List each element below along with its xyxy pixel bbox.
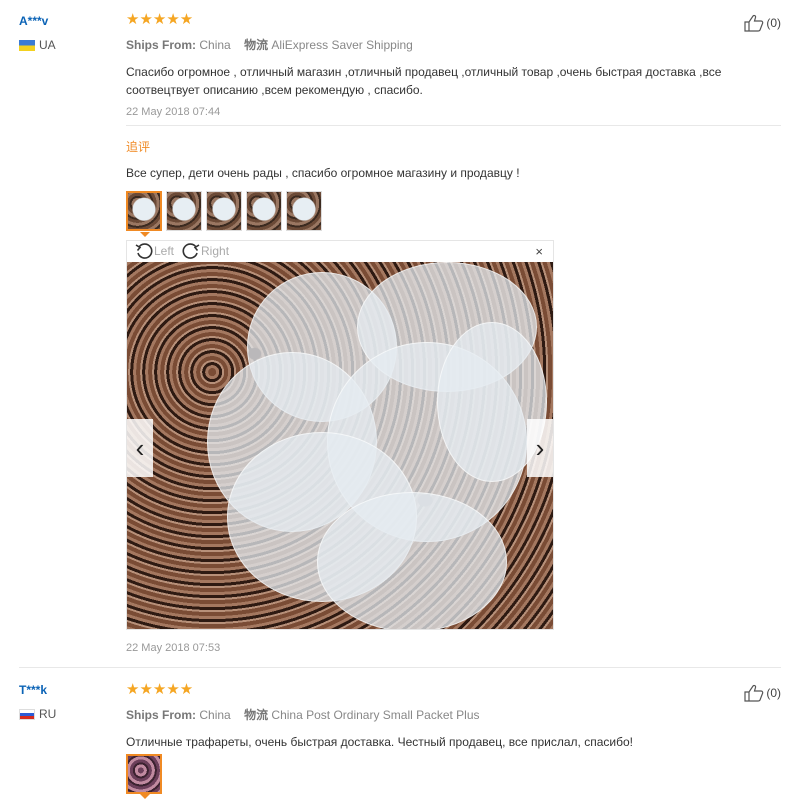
ships-from-value: China	[199, 708, 231, 722]
rotate-left-button[interactable]: Left	[135, 242, 174, 260]
logistics-label: 物流	[244, 708, 269, 722]
close-icon[interactable]: ×	[535, 244, 543, 259]
followup-label: 追评	[126, 140, 151, 154]
reviewer-name[interactable]: A***v	[19, 14, 56, 28]
review-text: Спасибо огромное , отличный магазин ,отл…	[126, 65, 722, 97]
logistics-value: AliExpress Saver Shipping	[271, 38, 413, 52]
ships-from-label: Ships From:	[126, 708, 197, 722]
divider	[126, 125, 781, 126]
ships-from-value: China	[199, 38, 231, 52]
photo-thumbnail[interactable]	[246, 191, 282, 231]
helpful-button[interactable]: (0)	[744, 684, 781, 702]
helpful-count: (0)	[766, 686, 781, 700]
rotate-left-icon	[135, 243, 153, 259]
review-photo: ‹ ›	[127, 262, 553, 629]
reviewer-name[interactable]: T***k	[19, 683, 56, 697]
logistics-label: 物流	[244, 38, 269, 52]
photo-thumbnail[interactable]	[286, 191, 322, 231]
country-code: RU	[39, 707, 57, 721]
photo-thumbnail[interactable]	[126, 191, 162, 231]
logistics-value: China Post Ordinary Small Packet Plus	[271, 708, 480, 722]
thumbs-up-icon	[744, 684, 764, 702]
review-content: ★★★★★ Ships From: China 物流 China Post Or…	[126, 682, 781, 751]
shipping-info: Ships From: China 物流 China Post Ordinary…	[126, 706, 781, 723]
thumbnail-pointer	[140, 794, 150, 799]
reviewer-country: UA	[19, 38, 56, 52]
review-item: T***k RU ★★★★★ Ships From: China 物流 Chin…	[0, 668, 800, 800]
ships-from-label: Ships From:	[126, 38, 197, 52]
rotate-right-icon	[182, 243, 200, 259]
photo-thumbnails	[126, 191, 326, 231]
review-text: Отличные трафареты, очень быстрая достав…	[126, 735, 633, 749]
thumbnail-pointer	[140, 232, 150, 237]
viewer-toolbar: Left Right	[127, 241, 553, 261]
star-rating: ★★★★★	[126, 11, 194, 28]
rotate-right-label: Right	[201, 244, 230, 258]
rotate-left-label: Left	[154, 244, 175, 258]
photo-thumbnail[interactable]	[166, 191, 202, 231]
review-date: 22 May 2018 07:44	[126, 106, 221, 118]
ukraine-flag-icon	[19, 39, 35, 51]
thumbs-up-icon	[744, 14, 764, 32]
review-item: A***v UA ★★★★★ Ships From: China 物流 AliE…	[0, 0, 800, 668]
star-rating: ★★★★★	[126, 681, 194, 698]
country-code: UA	[39, 38, 56, 52]
reviewer-country: RU	[19, 707, 56, 721]
russia-flag-icon	[19, 708, 35, 720]
review-content: ★★★★★ Ships From: China 物流 AliExpress Sa…	[126, 11, 781, 119]
photo-viewer: Left Right × ‹ ›	[126, 240, 554, 630]
shipping-info: Ships From: China 物流 AliExpress Saver Sh…	[126, 36, 781, 53]
followup-text: Все супер, дети очень рады , спасибо огр…	[126, 166, 520, 180]
photo-thumbnail[interactable]	[126, 754, 162, 794]
helpful-count: (0)	[766, 16, 781, 30]
previous-photo-button[interactable]: ‹	[127, 419, 153, 477]
followup-date: 22 May 2018 07:53	[126, 642, 221, 654]
photo-thumbnail[interactable]	[206, 191, 242, 231]
next-photo-button[interactable]: ›	[527, 419, 553, 477]
rotate-right-button[interactable]: Right	[182, 242, 229, 260]
helpful-button[interactable]: (0)	[744, 14, 781, 32]
reviewer-info: A***v UA	[19, 14, 56, 52]
reviewer-info: T***k RU	[19, 683, 56, 721]
